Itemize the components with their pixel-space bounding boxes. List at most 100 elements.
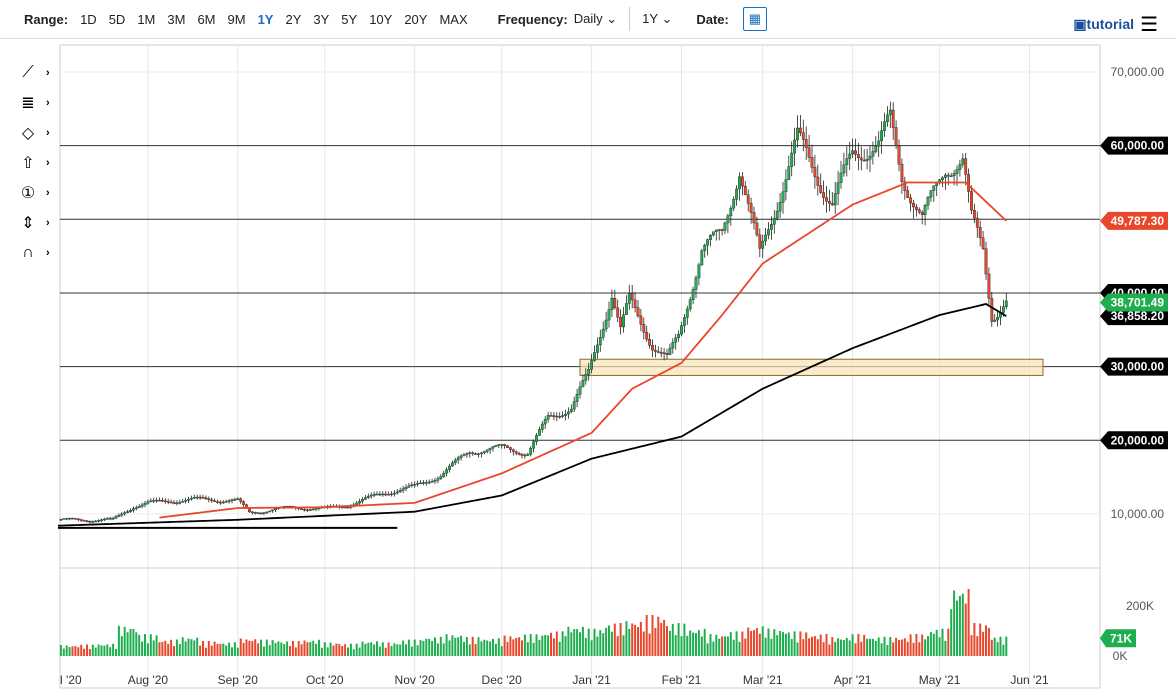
candle-body — [845, 158, 849, 166]
candle-body — [859, 157, 863, 161]
volume-bar — [987, 627, 990, 656]
candle-body — [503, 444, 506, 446]
tool-number-marker[interactable]: ① › — [14, 178, 50, 208]
volume-bar — [581, 626, 584, 656]
volume-bar — [117, 625, 120, 656]
volume-bar — [886, 645, 889, 656]
candle-body — [691, 289, 695, 301]
volume-bar — [457, 637, 460, 656]
volume-bar — [492, 638, 494, 656]
number-marker-icon: ① — [20, 185, 36, 202]
volume-bar — [912, 642, 915, 656]
fib-tool-icon: ≣ — [21, 95, 35, 112]
volume-bar — [561, 631, 564, 656]
volume-bar — [544, 634, 547, 656]
candle-body — [587, 369, 591, 375]
candle-body — [419, 482, 422, 485]
volume-bar — [158, 642, 161, 656]
candle-body — [358, 500, 361, 504]
volume-bar — [97, 644, 100, 656]
candle-body — [593, 352, 596, 361]
volume-bar — [460, 635, 463, 656]
candle-body — [390, 493, 393, 496]
tool-arrow-up-tool[interactable]: ⇧ › — [14, 148, 49, 178]
candle-body — [422, 482, 425, 484]
candle-body — [364, 497, 367, 500]
volume-bar — [370, 642, 373, 656]
candle-body — [958, 164, 962, 170]
candle-body — [155, 499, 158, 502]
volume-bar — [274, 643, 277, 656]
volume-bar — [584, 637, 587, 656]
candle-body — [108, 517, 112, 520]
tool-magnet[interactable]: ∩ › — [14, 238, 49, 268]
volume-bar — [419, 640, 422, 656]
candle-body — [854, 150, 857, 155]
price-chart[interactable]: l '20 Aug '20 Sep '20 Oct '20 Nov '20 Dec '20… — [0, 0, 1176, 698]
shape-tool-icon: ◇ — [21, 125, 35, 142]
volume-bar — [776, 635, 779, 656]
candle-body — [645, 331, 649, 340]
candle-body — [451, 462, 454, 467]
volume-bar — [552, 638, 555, 656]
candle-body — [735, 188, 739, 200]
candle-body — [569, 408, 573, 413]
volume-bar — [883, 636, 886, 656]
volume-bar — [628, 628, 631, 656]
candle-body — [131, 508, 135, 511]
candle-body — [401, 488, 405, 491]
volume-bar — [535, 634, 538, 656]
volume-bar — [373, 644, 376, 656]
volume-bar — [332, 645, 335, 656]
volume-bar — [352, 649, 355, 656]
tool-shape-tool[interactable]: ◇ › — [14, 118, 50, 148]
candle-body — [648, 339, 652, 346]
volume-bar — [315, 643, 318, 656]
ma200-line — [57, 303, 1007, 527]
ma50-line — [159, 181, 1007, 519]
candle-body — [230, 499, 234, 502]
volume-bar — [787, 632, 790, 656]
volume-bar — [306, 642, 309, 656]
candle-body — [894, 127, 898, 147]
candle-body — [920, 211, 924, 215]
volume-bar — [361, 641, 364, 656]
volume-bar — [567, 626, 570, 656]
candle-body — [480, 452, 483, 455]
volume-bar — [329, 642, 332, 656]
candle-body — [677, 333, 681, 339]
volume-bar — [750, 630, 753, 656]
x-tick-label: May '21 — [919, 673, 961, 687]
candle-body — [207, 498, 211, 500]
candle-body — [172, 502, 176, 504]
tool-measure-tool[interactable]: ⇕ › — [14, 208, 49, 238]
volume-bar — [927, 635, 929, 656]
candle-body — [369, 494, 373, 497]
volume-bar — [68, 647, 71, 656]
volume-bar — [167, 643, 170, 656]
volume-bar — [831, 637, 834, 656]
tool-fib-tool[interactable]: ≣ › — [14, 88, 49, 118]
candle-body — [134, 507, 138, 509]
volume-bar — [381, 642, 384, 656]
volume-bar — [521, 640, 523, 656]
volume-bar — [892, 642, 895, 656]
price-tag-label: 49,787.30 — [1111, 214, 1165, 228]
candle-body — [129, 510, 132, 512]
volume-bar — [213, 641, 216, 656]
tool-trendline-tool[interactable]: ⟋ › — [14, 58, 49, 88]
volume-tick-label: 200K — [1126, 599, 1154, 613]
volume-bar — [947, 628, 950, 656]
volume-bar — [94, 647, 97, 656]
candle-body — [978, 227, 982, 238]
volume-bar — [1002, 644, 1005, 656]
volume-bar — [202, 640, 204, 656]
volume-bar — [695, 633, 697, 656]
candle-body — [697, 264, 701, 279]
candle-body — [221, 501, 225, 504]
volume-bar — [993, 637, 996, 656]
candle-body — [73, 518, 77, 520]
volume-bar — [674, 635, 677, 656]
candle-body — [822, 192, 826, 198]
volume-bar — [953, 590, 956, 656]
